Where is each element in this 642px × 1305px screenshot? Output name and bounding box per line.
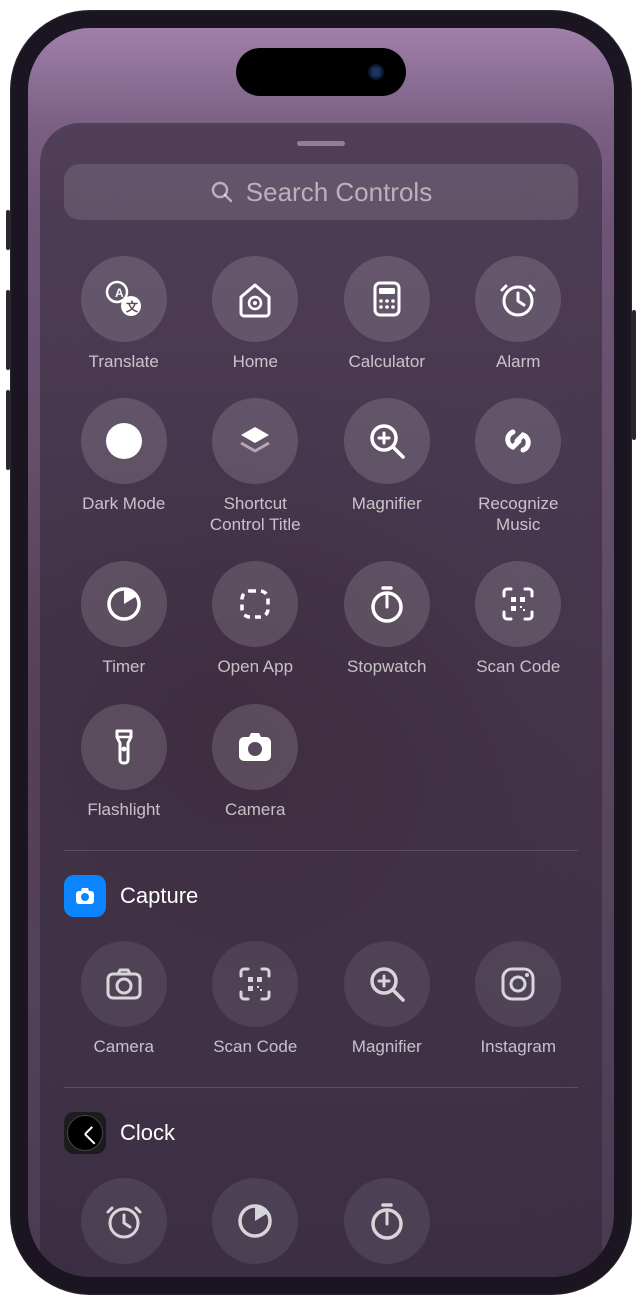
control-scan-code2[interactable]: Scan Code: [196, 941, 316, 1057]
section-divider: [64, 850, 578, 851]
section-grid-capture: Camera Scan Code Magnifier Instagram: [64, 941, 578, 1057]
control-label: Scan Code: [476, 657, 560, 677]
section-grid-clock: Alarm Timer Stopwatch: [64, 1178, 578, 1277]
screen: Search Controls Translate Home Calculator A…: [28, 28, 614, 1277]
control-label: Scan Code: [213, 1037, 297, 1057]
search-icon: [210, 180, 234, 204]
control-label: Alarm: [496, 352, 540, 372]
control-calculator[interactable]: Calculator: [327, 256, 447, 372]
control-recognize-music[interactable]: Recognize Music: [459, 398, 579, 535]
control-label: Open App: [217, 657, 293, 677]
control-alarm2[interactable]: Alarm: [64, 1178, 184, 1277]
control-label: Home: [233, 352, 278, 372]
side-button-power: [632, 310, 636, 440]
camera-icon: [81, 941, 167, 1027]
control-label: Magnifier: [352, 1037, 422, 1057]
control-home[interactable]: Home: [196, 256, 316, 372]
control-label: Shortcut Control Title: [210, 494, 301, 535]
magnifier-icon: [344, 398, 430, 484]
control-timer2[interactable]: Timer: [196, 1178, 316, 1277]
control-dark-mode[interactable]: Dark Mode: [64, 398, 184, 535]
control-label: Recognize Music: [478, 494, 558, 535]
control-label: Instagram: [480, 1037, 556, 1057]
control-label: Dark Mode: [82, 494, 165, 514]
section-header-capture: Capture: [64, 875, 578, 917]
camera-icon: [212, 704, 298, 790]
shortcut-icon: [212, 398, 298, 484]
phone-frame: Search Controls Translate Home Calculator A…: [10, 10, 632, 1295]
control-translate[interactable]: Translate: [64, 256, 184, 372]
calculator-icon: [344, 256, 430, 342]
control-label: Timer: [234, 1274, 277, 1277]
section-title: Capture: [120, 883, 198, 909]
side-button-volume-down: [6, 390, 10, 470]
control-label: Calculator: [348, 352, 425, 372]
stopwatch-icon: [344, 1178, 430, 1264]
clock-section-icon: [64, 1112, 106, 1154]
section-header-clock: Clock: [64, 1112, 578, 1154]
search-placeholder: Search Controls: [246, 177, 432, 208]
side-button-volume-up: [6, 290, 10, 370]
sheet-grabber[interactable]: [297, 141, 345, 146]
control-label: Camera: [94, 1037, 154, 1057]
flashlight-icon: [81, 704, 167, 790]
instagram-icon: [475, 941, 561, 1027]
control-alarm[interactable]: Alarm: [459, 256, 579, 372]
timer-icon: [81, 561, 167, 647]
scancode-icon: [475, 561, 561, 647]
alarm-icon: [475, 256, 561, 342]
dynamic-island: [236, 48, 406, 96]
section-divider: [64, 1087, 578, 1088]
magnifier-icon: [344, 941, 430, 1027]
control-stopwatch[interactable]: Stopwatch: [327, 561, 447, 677]
control-label: Alarm: [102, 1274, 146, 1277]
shazam-icon: [475, 398, 561, 484]
control-label: Timer: [102, 657, 145, 677]
capture-section-icon: [64, 875, 106, 917]
search-controls-field[interactable]: Search Controls: [64, 164, 578, 220]
timer-icon: [212, 1178, 298, 1264]
control-label: Camera: [225, 800, 285, 820]
translate-icon: [81, 256, 167, 342]
control-timer[interactable]: Timer: [64, 561, 184, 677]
alarm-icon: [81, 1178, 167, 1264]
control-open-app[interactable]: Open App: [196, 561, 316, 677]
control-label: Translate: [89, 352, 159, 372]
darkmode-icon: [81, 398, 167, 484]
control-flashlight[interactable]: Flashlight: [64, 704, 184, 820]
control-label: Stopwatch: [347, 657, 426, 677]
control-scan-code[interactable]: Scan Code: [459, 561, 579, 677]
stopwatch-icon: [344, 561, 430, 647]
main-controls-grid: Translate Home Calculator Alarm Dark Mode Sho…: [64, 256, 578, 820]
side-button-silent: [6, 210, 10, 250]
control-label: Magnifier: [352, 494, 422, 514]
control-label: Flashlight: [87, 800, 160, 820]
scancode-icon: [212, 941, 298, 1027]
section-title: Clock: [120, 1120, 175, 1146]
control-camera2[interactable]: Camera: [64, 941, 184, 1057]
control-magnifier2[interactable]: Magnifier: [327, 941, 447, 1057]
control-magnifier[interactable]: Magnifier: [327, 398, 447, 535]
control-camera[interactable]: Camera: [196, 704, 316, 820]
controls-gallery-sheet: Search Controls Translate Home Calculator A…: [40, 123, 602, 1277]
control-instagram[interactable]: Instagram: [459, 941, 579, 1057]
home-icon: [212, 256, 298, 342]
control-label: Stopwatch: [347, 1274, 426, 1277]
control-stopwatch2[interactable]: Stopwatch: [327, 1178, 447, 1277]
control-shortcut[interactable]: Shortcut Control Title: [196, 398, 316, 535]
openapp-icon: [212, 561, 298, 647]
